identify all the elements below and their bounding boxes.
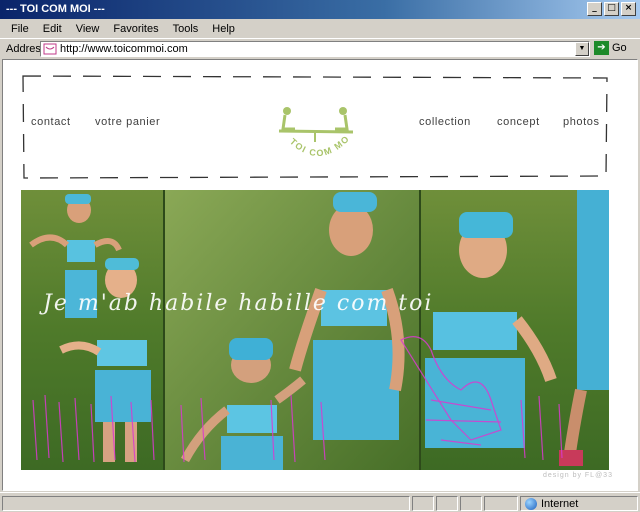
address-label: Address [6,42,47,55]
status-cell-1 [436,496,458,511]
menu-view[interactable]: View [69,23,107,35]
window-title: --- TOI COM MOI --- [6,3,105,15]
nav-collection[interactable]: collection [419,116,471,128]
nav-contact[interactable]: contact [31,116,71,128]
nav-photos[interactable]: photos [563,116,600,128]
hero-photo-collage: Je m'ab habile habille com toi [21,190,609,470]
children-photo-image: Je m'ab habile habille com toi [21,190,609,470]
security-zone: Internet [520,496,638,511]
address-input[interactable]: http://www.toicommoi.com ▼ [40,41,590,57]
menu-help[interactable]: Help [205,23,242,35]
page-icon [43,43,57,55]
status-bar: Internet [0,492,640,512]
zone-label: Internet [541,497,579,510]
address-url: http://www.toicommoi.com [60,43,188,55]
go-button[interactable]: ➔ Go [594,41,627,55]
status-cell-2 [460,496,482,511]
status-text-cell [2,496,410,511]
browser-viewport: contact votre panier TOI COM MOI collect… [2,59,638,491]
go-arrow-icon: ➔ [594,41,609,55]
close-button[interactable]: × [621,2,636,16]
scribble-text: Je m'ab habile habille com toi [39,291,433,316]
site-logo[interactable]: TOI COM MOI [271,94,363,172]
status-cell-progress [412,496,434,511]
minimize-button[interactable]: _ [587,2,602,16]
nav-concept[interactable]: concept [497,116,540,128]
nav-votre-panier[interactable]: votre panier [95,116,160,128]
address-bar: Address http://www.toicommoi.com ▼ ➔ Go [0,38,640,58]
menu-bar: File Edit View Favorites Tools Help [0,19,640,39]
design-credit: design by FL@33 [543,472,613,479]
menu-file[interactable]: File [4,23,36,35]
menu-edit[interactable]: Edit [36,23,69,35]
window-titlebar: --- TOI COM MOI --- _ □ × [0,0,640,19]
globe-icon [525,497,537,510]
go-label: Go [612,42,627,54]
maximize-button[interactable]: □ [604,2,619,16]
window-controls: _ □ × [587,2,636,16]
menu-tools[interactable]: Tools [166,23,206,35]
address-dropdown-button[interactable]: ▼ [575,42,589,56]
status-cell-3 [484,496,518,511]
seesaw-logo-icon: TOI COM MOI [271,94,354,158]
menu-favorites[interactable]: Favorites [106,23,165,35]
site-header: contact votre panier TOI COM MOI collect… [21,72,609,182]
